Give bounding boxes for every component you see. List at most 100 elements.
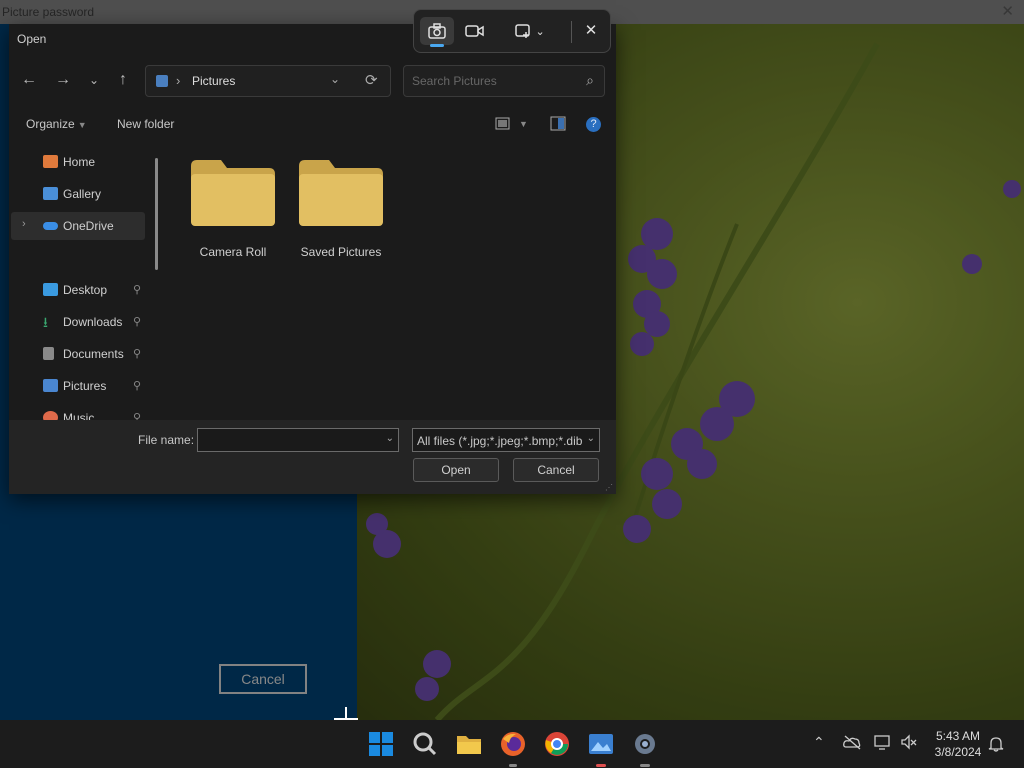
navigation-scrollbar[interactable] (155, 158, 158, 270)
view-icon (495, 117, 510, 130)
search-icon: ⌕ (586, 72, 594, 88)
sidebar-item-label: OneDrive (63, 219, 114, 233)
back-button[interactable]: ← (19, 70, 39, 90)
sidebar-item-label: Gallery (63, 187, 102, 201)
pictures-icon (156, 75, 168, 87)
organize-menu[interactable]: Organize ▼ (26, 117, 87, 131)
pictures-icon (43, 379, 58, 392)
file-name-label: File name: (138, 433, 195, 447)
view-options-chevron-icon[interactable]: ▼ (519, 119, 535, 135)
toolbar-divider (571, 21, 572, 43)
open-file-dialog: Open ← → ⌄ ↑ › Pictures ⌄ ⟳ Search Pictu… (9, 24, 616, 494)
sidebar-item-documents[interactable]: Documents ⚲ (11, 340, 145, 368)
video-mode-button[interactable] (458, 17, 492, 45)
taskbar: ⌃ 5:43 AM 3/8/2024 (0, 720, 1024, 768)
sidebar-item-pictures[interactable]: Pictures ⚲ (11, 372, 145, 400)
recent-locations-button[interactable]: ⌄ (84, 70, 104, 90)
folder-icon (299, 160, 383, 226)
photos-app-icon[interactable] (588, 731, 614, 757)
sidebar-item-onedrive[interactable]: › OneDrive (11, 212, 145, 240)
resize-grip-icon[interactable]: ⋰ (605, 483, 613, 492)
folder-label: Saved Pictures (300, 245, 382, 259)
screenshot-mode-button[interactable] (420, 17, 454, 45)
search-icon[interactable] (412, 731, 438, 757)
search-input[interactable]: Search Pictures ⌕ (403, 65, 605, 97)
search-placeholder: Search Pictures (412, 74, 497, 88)
folder-camera-roll[interactable]: Camera Roll (179, 160, 275, 270)
picture-password-cancel-button[interactable]: Cancel (219, 664, 307, 694)
volume-muted-icon[interactable] (900, 734, 918, 750)
file-type-select[interactable]: All files (*.jpg;*.jpeg;*.bmp;*.dib ⌄ (412, 428, 600, 452)
sidebar-item-desktop[interactable]: Desktop ⚲ (11, 276, 145, 304)
folder-saved-pictures[interactable]: Saved Pictures (287, 160, 383, 270)
network-icon[interactable] (874, 734, 892, 750)
sidebar-item-label: Documents (63, 347, 124, 361)
folder-icon (191, 160, 275, 226)
active-mode-indicator (430, 44, 444, 47)
camera-icon (428, 23, 446, 39)
pin-icon: ⚲ (133, 412, 142, 420)
sidebar-item-label: Music (63, 411, 95, 420)
chevron-down-icon[interactable]: ⌄ (386, 433, 394, 444)
video-icon (465, 25, 484, 37)
change-view-button[interactable] (495, 116, 511, 132)
running-indicator (640, 764, 650, 767)
cancel-button[interactable]: Cancel (513, 458, 599, 482)
picture-password-close-button[interactable]: ✕ (1001, 2, 1014, 20)
chevron-down-icon: ▼ (77, 120, 87, 130)
sidebar-item-label: Pictures (63, 379, 107, 393)
preview-pane-button[interactable] (550, 116, 566, 132)
sidebar-item-label: Downloads (63, 315, 123, 329)
sidebar-item-music[interactable]: Music ⚲ (11, 404, 145, 420)
chrome-icon[interactable] (544, 731, 570, 757)
sidebar-item-gallery[interactable]: Gallery (11, 180, 145, 208)
forward-button[interactable]: → (53, 70, 73, 90)
up-button[interactable]: ↑ (113, 70, 133, 90)
pin-icon: ⚲ (133, 348, 142, 360)
address-history-chevron-icon[interactable]: ⌄ (330, 72, 340, 86)
documents-icon (43, 347, 54, 360)
pin-icon: ⚲ (133, 284, 142, 296)
pin-icon: ⚲ (133, 316, 142, 328)
snip-shape-dropdown[interactable]: ⌄ (510, 17, 550, 45)
desktop-icon (43, 283, 58, 296)
clock-date: 3/8/2024 (934, 745, 982, 759)
file-name-input[interactable]: ⌄ (197, 428, 399, 452)
picture-password-title: Picture password (2, 5, 95, 19)
open-button[interactable]: Open (413, 458, 499, 482)
close-snipping-button[interactable]: ✕ (574, 17, 608, 45)
breadcrumb-pictures[interactable]: Pictures (192, 74, 235, 88)
notification-bell-icon[interactable] (988, 736, 1004, 752)
address-bar[interactable]: › Pictures ⌄ ⟳ (145, 65, 391, 97)
expand-chevron-icon[interactable]: › (22, 218, 26, 230)
refresh-icon[interactable]: ⟳ (365, 71, 378, 89)
gallery-icon (43, 187, 58, 200)
settings-icon[interactable] (632, 731, 658, 757)
help-button[interactable]: ? (586, 117, 601, 132)
firefox-icon[interactable] (500, 731, 526, 757)
onedrive-icon (43, 222, 58, 230)
new-folder-button[interactable]: New folder (117, 117, 174, 131)
file-explorer-icon[interactable] (456, 731, 482, 757)
show-hidden-icons-chevron-icon[interactable]: ⌃ (813, 734, 825, 751)
sidebar-item-label: Desktop (63, 283, 108, 297)
rectangle-mode-icon (515, 24, 531, 38)
chevron-down-icon: ⌄ (535, 26, 545, 38)
system-clock[interactable]: 5:43 AM 3/8/2024 (932, 728, 984, 760)
breadcrumb-separator: › (176, 73, 181, 88)
music-icon (43, 411, 58, 420)
chevron-down-icon: ⌄ (586, 433, 595, 444)
dialog-title: Open (17, 32, 47, 46)
running-indicator (509, 764, 517, 767)
preview-pane-icon (550, 116, 566, 131)
sidebar-item-home[interactable]: Home (11, 154, 145, 176)
sidebar-item-downloads[interactable]: ⭳ Downloads ⚲ (11, 308, 145, 336)
folder-label: Camera Roll (199, 245, 267, 259)
onedrive-offline-icon[interactable] (843, 734, 861, 750)
snipping-toolbar: ⌄ ✕ (413, 9, 611, 53)
file-type-value: All files (*.jpg;*.jpeg;*.bmp;*.dib (417, 434, 583, 448)
running-indicator (596, 764, 606, 767)
sidebar-item-label: Home (63, 155, 96, 169)
clock-time: 5:43 AM (935, 729, 981, 743)
start-icon[interactable] (368, 731, 394, 757)
